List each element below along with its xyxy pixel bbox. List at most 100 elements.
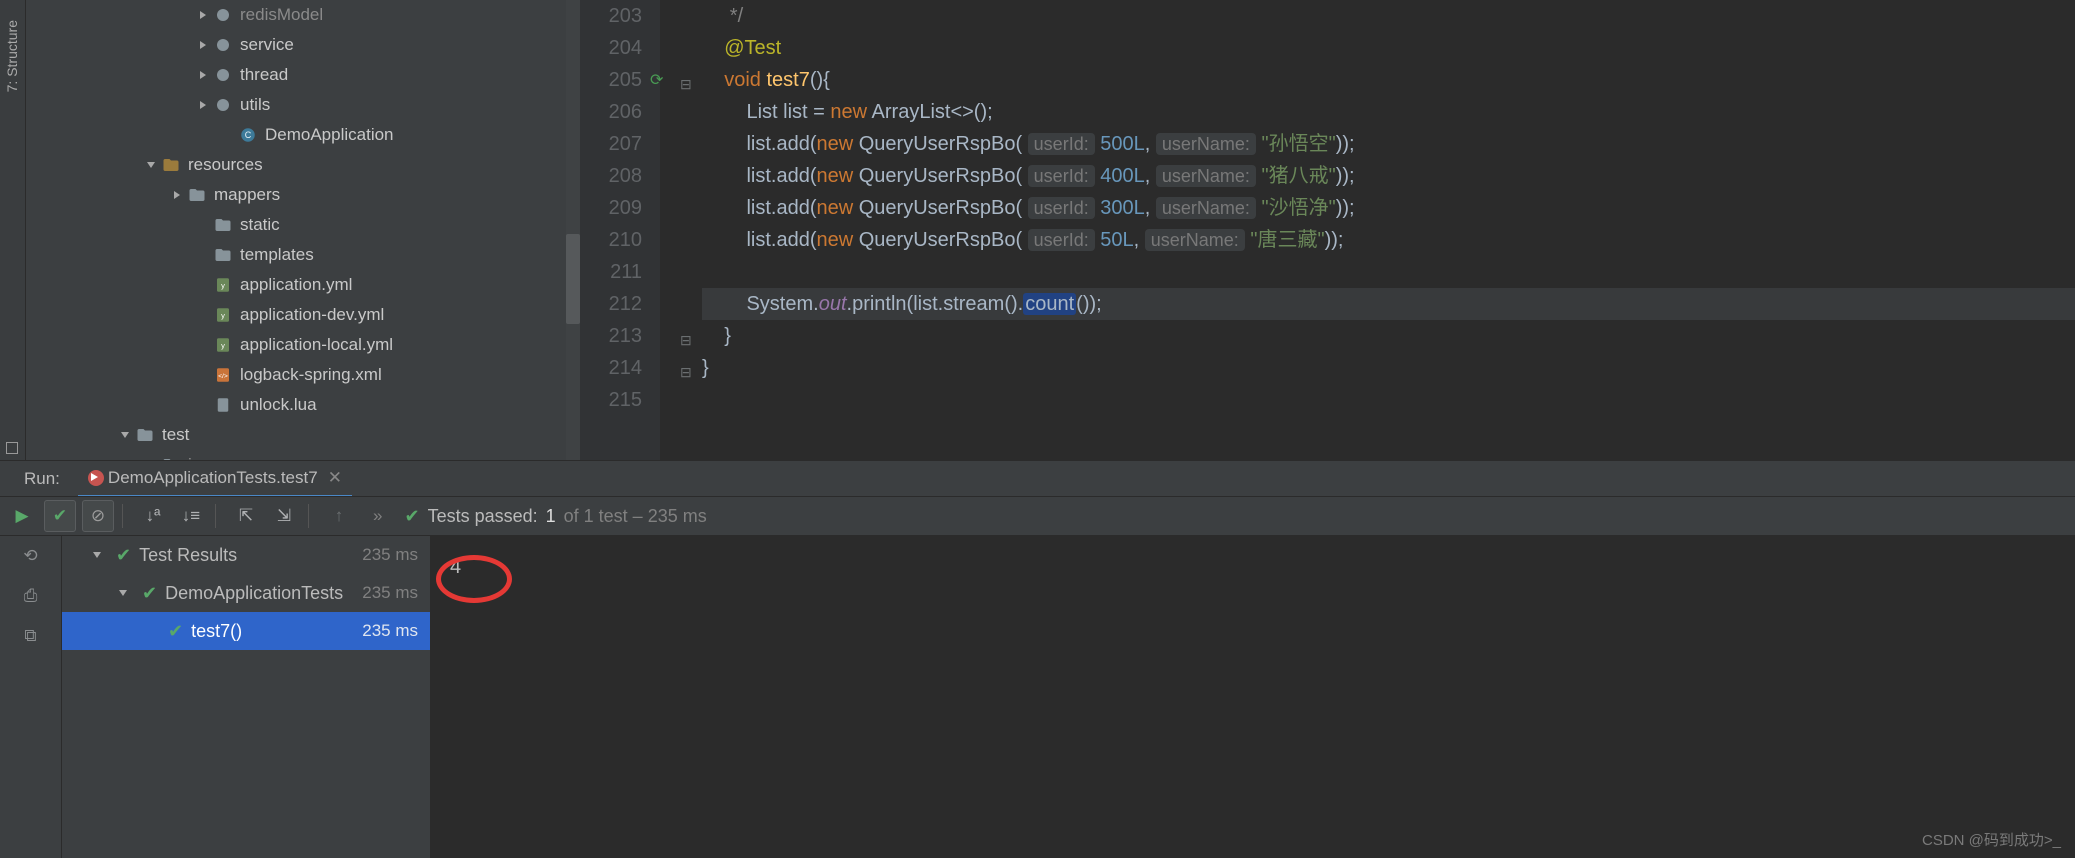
code-line[interactable]: */ [702,0,2075,32]
test-result-row[interactable]: ✔test7()235 ms [62,612,430,650]
check-icon: ✔ [142,583,157,604]
tree-item[interactable]: thread [26,60,580,90]
expand-arrow-icon[interactable] [90,548,104,562]
expand-arrow-icon[interactable] [196,308,210,322]
gutter-line-number[interactable]: 206 [580,96,642,128]
close-icon[interactable]: ✕ [328,468,342,488]
expand-arrow-icon[interactable] [170,188,184,202]
param-hint: userId: [1028,229,1095,251]
collapse-all-button[interactable]: ⇲ [268,500,300,532]
tree-item[interactable]: unlock.lua [26,390,580,420]
rerun-button[interactable]: ▶ [6,500,38,532]
test-console-output[interactable]: 4 [430,536,2075,858]
tree-item[interactable]: utils [26,90,580,120]
tree-item-label: static [240,215,280,235]
gutter-line-number[interactable]: 208 [580,160,642,192]
expand-all-button[interactable]: ⇱ [230,500,262,532]
svg-text:C: C [245,130,252,140]
expand-arrow-icon[interactable] [196,368,210,382]
run-tab[interactable]: DemoApplicationTests.test7 ✕ [78,461,352,497]
step-button[interactable]: ⎙ [0,576,61,616]
tree-item-label: application.yml [240,275,352,295]
more-icon[interactable]: » [373,506,382,526]
code-line[interactable] [702,384,2075,416]
gutter-line-number[interactable]: 212 [580,288,642,320]
project-scrollbar-track[interactable] [566,0,580,460]
expand-arrow-icon[interactable] [116,586,130,600]
check-icon: ✔ [168,621,183,642]
expand-arrow-icon[interactable] [196,398,210,412]
code-line[interactable]: } [702,320,2075,352]
res-icon [162,156,180,174]
gutter-line-number[interactable]: 210 [580,224,642,256]
expand-arrow-icon[interactable] [196,38,210,52]
run-toolwindow-tabbar: Run: DemoApplicationTests.test7 ✕ [0,460,2075,496]
tree-item[interactable]: static [26,210,580,240]
tree-item[interactable]: test [26,420,580,450]
code-line[interactable]: @Test [702,32,2075,64]
check-icon: ✔ [116,545,131,566]
tree-item-label: resources [188,155,263,175]
tree-item[interactable]: </>logback-spring.xml [26,360,580,390]
sort-duration-button[interactable]: ↓≡ [175,500,207,532]
expand-arrow-icon[interactable] [196,68,210,82]
code-line[interactable]: void test7(){ [702,64,2075,96]
toggle-pass-button[interactable]: ✔ [44,500,76,532]
code-line[interactable]: list.add(new QueryUserRspBo( userId: 500… [702,128,2075,160]
expand-arrow-icon[interactable] [196,8,210,22]
project-tree-panel[interactable]: redisModelservice thread utilsCDemoApplica… [26,0,580,460]
tree-item[interactable]: redisModel [26,0,580,30]
code-area[interactable]: */ @Test void test7(){ List list = new A… [660,0,2075,460]
code-line[interactable]: list.add(new QueryUserRspBo( userId: 300… [702,192,2075,224]
test-results-tree[interactable]: ✔Test Results235 ms✔DemoApplicationTests… [62,536,430,858]
gutter-line-number[interactable]: 211 [580,256,642,288]
expand-arrow-icon[interactable] [196,278,210,292]
code-line[interactable]: } [702,352,2075,384]
expand-arrow-icon[interactable] [196,98,210,112]
sort-alpha-button[interactable]: ↓ª [137,500,169,532]
code-line[interactable]: list.add(new QueryUserRspBo( userId: 50L… [702,224,2075,256]
gutter-line-number[interactable]: 207 [580,128,642,160]
gutter-line-number[interactable]: 214 [580,352,642,384]
tree-item[interactable]: yapplication-local.yml [26,330,580,360]
tree-item[interactable]: mappers [26,180,580,210]
tree-item[interactable]: yapplication-dev.yml [26,300,580,330]
gutter-line-number[interactable]: 205 [580,64,642,96]
expand-arrow-icon[interactable] [196,248,210,262]
debug-button[interactable]: ⟲ [0,536,61,576]
expand-arrow-icon[interactable] [196,218,210,232]
gutter-line-number[interactable]: 209 [580,192,642,224]
code-editor[interactable]: 203204205206207208209210211212213214215 … [580,0,2075,460]
code-line[interactable]: System.out.println(list.stream().count()… [702,288,2075,320]
code-line[interactable]: list.add(new QueryUserRspBo( userId: 400… [702,160,2075,192]
tree-item[interactable]: java [26,450,580,460]
tree-item[interactable]: yapplication.yml [26,270,580,300]
expand-arrow-icon[interactable] [142,624,156,638]
tree-item[interactable]: CDemoApplication [26,120,580,150]
expand-arrow-icon[interactable] [118,428,132,442]
expand-arrow-icon[interactable] [221,128,235,142]
yml-icon: y [214,336,232,354]
param-hint: userId: [1028,133,1095,155]
tree-item[interactable]: resources [26,150,580,180]
editor-gutter[interactable]: 203204205206207208209210211212213214215 … [580,0,660,460]
tree-item-label: thread [240,65,288,85]
toolbar-divider [215,504,216,528]
gutter-line-number[interactable]: 204 [580,32,642,64]
gutter-line-number[interactable]: 215 [580,384,642,416]
layout-button[interactable]: ⧉ [0,616,61,656]
structure-toolwindow-rail[interactable]: 7: Structure [0,0,26,460]
toggle-ignored-button[interactable]: ⊘ [82,500,114,532]
gutter-line-number[interactable]: 203 [580,0,642,32]
tree-item[interactable]: templates [26,240,580,270]
gutter-line-number[interactable]: 213 [580,320,642,352]
prev-failed-button[interactable]: ↑ [323,500,355,532]
expand-arrow-icon[interactable] [196,338,210,352]
test-result-row[interactable]: ✔DemoApplicationTests235 ms [62,574,430,612]
code-line[interactable]: List list = new ArrayList<>(); [702,96,2075,128]
expand-arrow-icon[interactable] [144,158,158,172]
tree-item[interactable]: service [26,30,580,60]
project-scrollbar-thumb[interactable] [566,234,580,324]
test-result-row[interactable]: ✔Test Results235 ms [62,536,430,574]
code-line[interactable] [702,256,2075,288]
